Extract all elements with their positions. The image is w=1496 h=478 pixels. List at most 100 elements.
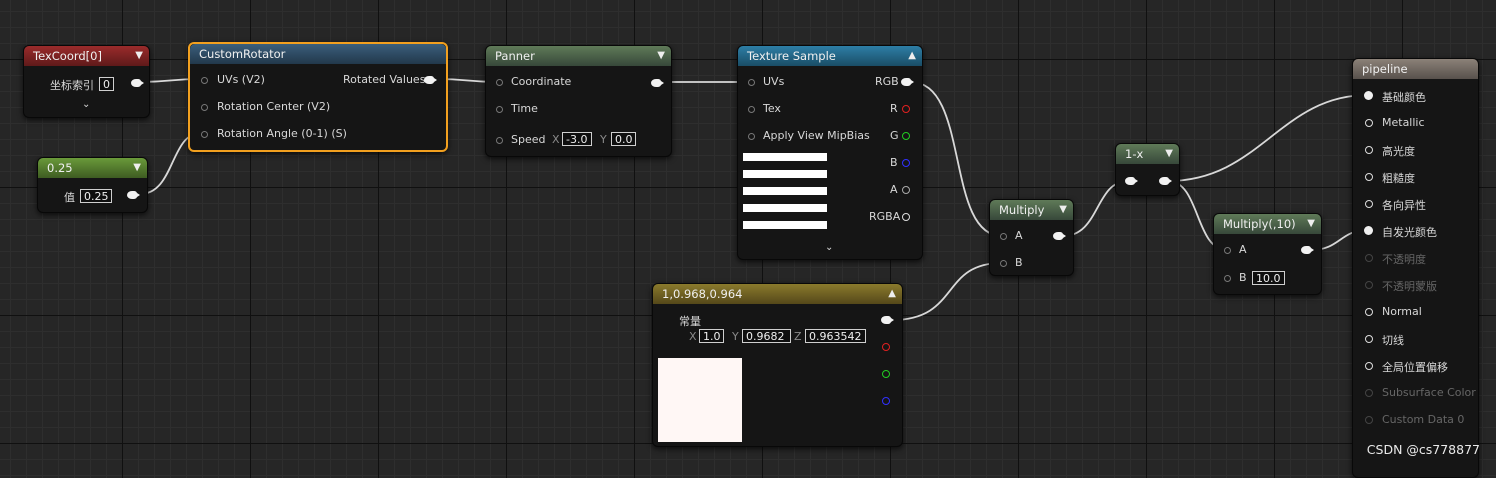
- coordinate-input-label: Coordinate: [511, 75, 572, 88]
- scalar-node-header[interactable]: 0.25 ▼: [38, 158, 147, 178]
- a-input-pin[interactable]: [1224, 247, 1231, 254]
- chevron-down-icon[interactable]: ▼: [1307, 214, 1315, 234]
- a-output-pin[interactable]: [902, 186, 910, 194]
- customrotator-node-header[interactable]: CustomRotator: [190, 44, 446, 64]
- a-input-pin[interactable]: [1000, 233, 1007, 240]
- uvs-input-pin[interactable]: [201, 77, 208, 84]
- r-output-pin[interactable]: [902, 105, 910, 113]
- multiply-10-output-pin[interactable]: [1301, 246, 1314, 254]
- pipeline-input-pin[interactable]: [1365, 200, 1373, 208]
- coordinate-index-field[interactable]: 0: [99, 77, 114, 91]
- speed-y-label: Y: [600, 133, 607, 146]
- uvs-input-pin[interactable]: [748, 79, 755, 86]
- panner-output-pin[interactable]: [651, 79, 664, 87]
- uvs-input-label: UVs (V2): [217, 73, 265, 86]
- rgb-output-pin[interactable]: [881, 316, 894, 324]
- pipeline-input-label: 基础颜色: [1382, 91, 1426, 104]
- customrotator-node[interactable]: CustomRotator UVs (V2) Rotation Center (…: [188, 42, 448, 152]
- g-output-pin[interactable]: [902, 132, 910, 140]
- g-output-pin[interactable]: [882, 370, 890, 378]
- rgba-output-pin[interactable]: [902, 213, 910, 221]
- rgb-output-pin[interactable]: [901, 78, 914, 86]
- rotation-center-input-pin[interactable]: [201, 104, 208, 111]
- multiply-10-node[interactable]: Multiply(,10) ▼ A B 10.0: [1213, 213, 1322, 295]
- tex-input-pin[interactable]: [748, 106, 755, 113]
- r-output-pin[interactable]: [882, 343, 890, 351]
- texcoord-node[interactable]: TexCoord[0] ▼ 坐标索引 0 ⌄: [23, 45, 150, 118]
- y-label: Y: [732, 330, 739, 343]
- b-input-pin[interactable]: [1000, 260, 1007, 267]
- rotation-angle-input-label: Rotation Angle (0-1) (S): [217, 127, 347, 140]
- chevron-up-icon[interactable]: ▲: [908, 46, 916, 66]
- pipeline-input-pin[interactable]: [1365, 119, 1373, 127]
- texture-stripe: [743, 170, 827, 178]
- pipeline-input-pin[interactable]: [1365, 389, 1373, 397]
- expand-chevron-icon[interactable]: ⌄: [82, 99, 90, 110]
- chevron-down-icon[interactable]: ⌄: [825, 242, 833, 253]
- pipeline-node-header[interactable]: pipeline: [1353, 59, 1478, 79]
- chevron-down-icon[interactable]: ▼: [657, 46, 665, 66]
- rotation-angle-input-pin[interactable]: [201, 131, 208, 138]
- pipeline-input-pin[interactable]: [1365, 362, 1373, 370]
- scalar-output-pin[interactable]: [127, 191, 140, 199]
- constant-vector-node[interactable]: 1,0.968,0.964 ▲ 常量 X 1.0 Y 0.9682 Z 0.96…: [652, 283, 903, 447]
- x-field[interactable]: 1.0: [699, 329, 724, 343]
- rotated-values-output-pin[interactable]: [424, 76, 437, 84]
- scalar-node[interactable]: 0.25 ▼ 值 0.25: [37, 157, 148, 213]
- one-minus-node-header[interactable]: 1-x ▼: [1116, 144, 1179, 164]
- texcoord-output-pin[interactable]: [131, 79, 144, 87]
- scalar-value-field[interactable]: 0.25: [80, 189, 112, 203]
- multiply-node-title: Multiply: [999, 203, 1045, 217]
- pipeline-input-pin[interactable]: [1365, 281, 1373, 289]
- coordinate-input-pin[interactable]: [496, 79, 503, 86]
- chevron-down-icon[interactable]: ▼: [1059, 200, 1067, 220]
- chevron-up-icon[interactable]: ▲: [888, 284, 896, 304]
- pipeline-input-pin[interactable]: [1365, 335, 1373, 343]
- pipeline-input-label: 不透明蒙版: [1382, 280, 1437, 293]
- customrotator-node-title: CustomRotator: [199, 47, 286, 61]
- pipeline-input-label: 全局位置偏移: [1382, 361, 1448, 374]
- multiply-node-header[interactable]: Multiply ▼: [990, 200, 1073, 220]
- texcoord-node-header[interactable]: TexCoord[0] ▼: [24, 46, 149, 66]
- r-output-label: R: [890, 102, 898, 115]
- texture-sample-node[interactable]: Texture Sample ▲ UVs Tex Apply View MipB…: [737, 45, 923, 260]
- b-output-pin[interactable]: [902, 159, 910, 167]
- chevron-down-icon[interactable]: ▼: [1165, 144, 1173, 164]
- pipeline-input-pin[interactable]: [1365, 146, 1373, 154]
- b-value-field[interactable]: 10.0: [1252, 271, 1285, 285]
- b-output-pin[interactable]: [882, 397, 890, 405]
- multiply-node[interactable]: Multiply ▼ A B: [989, 199, 1074, 276]
- speed-y-field[interactable]: 0.0: [611, 132, 636, 146]
- pipeline-input-pin[interactable]: [1365, 254, 1373, 262]
- texture-sample-node-header[interactable]: Texture Sample ▲: [738, 46, 922, 66]
- wire-constant-to-multiply-b: [891, 262, 1003, 321]
- pipeline-input-pin[interactable]: [1364, 226, 1373, 235]
- z-field[interactable]: 0.963542: [805, 329, 866, 343]
- chevron-down-icon[interactable]: ▼: [133, 158, 141, 178]
- constant-node-header[interactable]: 1,0.968,0.964 ▲: [653, 284, 902, 304]
- pipeline-node[interactable]: pipeline 基础颜色 Metallic 高光度 粗糙度 各向异性 自发光颜色 不透明度…: [1352, 58, 1479, 478]
- pipeline-input-pin[interactable]: [1364, 91, 1373, 100]
- pipeline-input-pin[interactable]: [1365, 308, 1373, 316]
- panner-node-header[interactable]: Panner ▼: [486, 46, 671, 66]
- y-field[interactable]: 0.9682: [742, 329, 791, 343]
- panner-node[interactable]: Panner ▼ Coordinate Time Speed X -3.0 Y …: [485, 45, 672, 157]
- speed-input-label: Speed: [511, 133, 546, 146]
- pipeline-input-pin[interactable]: [1365, 173, 1373, 181]
- one-minus-input-pin[interactable]: [1125, 177, 1138, 185]
- multiply-10-node-header[interactable]: Multiply(,10) ▼: [1214, 214, 1321, 234]
- one-minus-output-pin[interactable]: [1159, 177, 1172, 185]
- speed-x-field[interactable]: -3.0: [562, 132, 592, 146]
- scalar-node-title: 0.25: [47, 161, 73, 175]
- pipeline-input-label: Metallic: [1382, 116, 1425, 129]
- time-input-pin[interactable]: [496, 106, 503, 113]
- b-input-pin[interactable]: [1224, 275, 1231, 282]
- one-minus-node[interactable]: 1-x ▼: [1115, 143, 1180, 196]
- constant-node-title: 1,0.968,0.964: [662, 287, 743, 301]
- pipeline-input-label: Custom Data 0: [1382, 413, 1465, 426]
- multiply-output-pin[interactable]: [1053, 232, 1066, 240]
- pipeline-input-pin[interactable]: [1365, 416, 1373, 424]
- chevron-down-icon[interactable]: ▼: [135, 46, 143, 66]
- speed-input-pin[interactable]: [496, 137, 503, 144]
- apply-view-mipbias-input-pin[interactable]: [748, 133, 755, 140]
